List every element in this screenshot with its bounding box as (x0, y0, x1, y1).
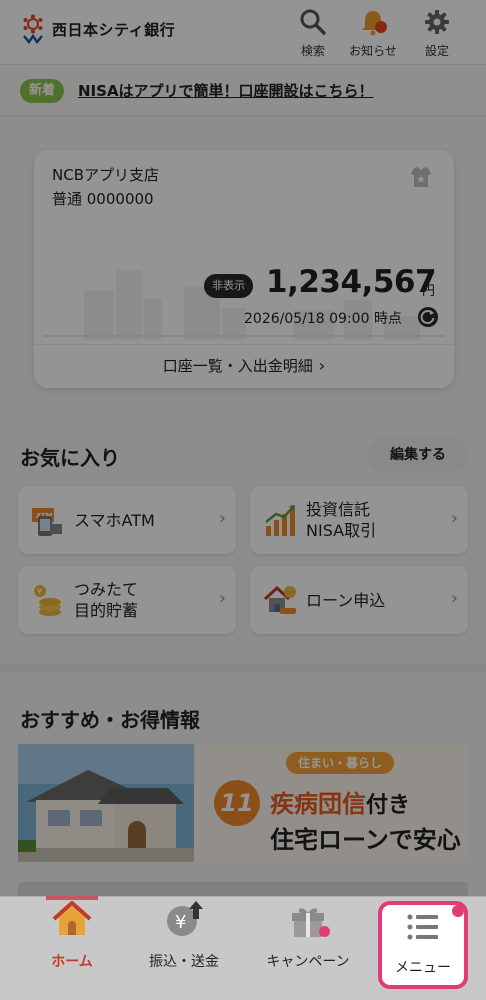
favorite-tile-savings[interactable]: ¥ つみたて 目的貯蓄 › (18, 566, 236, 634)
banner-subheadline: 住宅ローンで安心 (270, 826, 461, 854)
banner-headline-suffix: 付き (366, 793, 411, 818)
chevron-right-icon: › (450, 508, 458, 529)
favorite-tile-investment-nisa[interactable]: 投資信託 NISA取引 › (250, 486, 468, 554)
chevron-right-icon: › (318, 356, 326, 375)
tab-menu[interactable]: メニュー (378, 901, 468, 989)
favorite-tile-smartphone-atm[interactable]: ATM スマホATM › (18, 486, 236, 554)
settings-button[interactable]: 設定 (410, 8, 464, 58)
bell-icon (359, 11, 387, 40)
currency-unit: 円 (422, 284, 436, 299)
menu-unread-dot (452, 905, 464, 917)
bank-name: 西日本シティ銀行 (52, 20, 176, 39)
notice-label: お知らせ (349, 44, 397, 58)
banner-headline-highlight: 疾病団信 (270, 790, 366, 818)
account-list-link[interactable]: 口座一覧・入出金明細 › (34, 346, 454, 386)
new-badge: 新着 (20, 79, 65, 103)
chevron-right-icon: › (218, 588, 226, 609)
house-loan-icon (262, 582, 298, 618)
notice-button[interactable]: お知らせ (346, 8, 400, 58)
tab-home[interactable]: ホーム (30, 897, 114, 1000)
balance-timestamp: 2026/05/18 09:00 時点 (244, 311, 402, 327)
tab-transfer-label: 振込・送金 (149, 954, 219, 970)
card-divider (34, 344, 454, 345)
hide-balance-toggle[interactable]: 非表示 (204, 274, 253, 298)
search-button[interactable]: 検索 (286, 8, 340, 58)
tile-label-line2: 目的貯蓄 (74, 601, 139, 620)
account-number: 普通 0000000 (52, 190, 154, 208)
tile-label-line1: 投資信託 (306, 500, 371, 519)
tile-label-line1: ローン申込 (306, 590, 386, 610)
tab-campaign[interactable]: キャンペーン (252, 897, 364, 1000)
tab-menu-label: メニュー (395, 960, 451, 976)
bank-logo-mark-icon (20, 14, 46, 45)
banner-headline: 疾病団信付き (270, 784, 410, 819)
edit-favorites-button[interactable]: 編集する (368, 438, 468, 472)
house-photo (18, 744, 194, 862)
atm-icon: ATM (30, 502, 66, 538)
yen-transfer-icon: ¥ (162, 901, 206, 945)
search-label: 検索 (300, 44, 325, 58)
favorite-tile-label: ローン申込 (306, 566, 385, 634)
section-divider (0, 664, 486, 672)
notice-unread-dot (375, 21, 387, 33)
tab-transfer[interactable]: ¥ 振込・送金 (134, 897, 234, 1000)
app-screen: 西日本シティ銀行 検索 お知らせ 設定 新着 NISAはアプリで簡単！口座開設は… (0, 0, 486, 1000)
next-banner-peek (18, 882, 468, 896)
menu-list-icon (401, 914, 445, 953)
investment-chart-icon (262, 502, 298, 538)
news-strip: 新着 NISAはアプリで簡単！口座開設はこちら！ (0, 64, 486, 116)
branch-name: NCBアプリ支店 (52, 166, 159, 184)
bank-logo[interactable]: 西日本シティ銀行 (20, 14, 176, 45)
bottom-tab-bar: ホーム ¥ 振込・送金 キャンペーン メニュー (0, 896, 486, 1000)
tile-label-line1: つみたて (74, 580, 139, 599)
favorite-tile-label: スマホATM (74, 486, 155, 554)
chevron-right-icon: › (218, 508, 226, 529)
card-customize-icon[interactable] (408, 164, 434, 190)
gift-icon (286, 908, 330, 945)
account-list-label: 口座一覧・入出金明細 (162, 357, 313, 375)
balance-amount: 1,234,567 (266, 264, 437, 300)
app-header: 西日本シティ銀行 検索 お知らせ 設定 (0, 0, 486, 64)
housing-loan-banner[interactable]: 住まい・暮らし 11 疾病団信付き 住宅ローンで安心 (18, 744, 468, 862)
favorites-title: お気に入り (20, 446, 120, 470)
tab-campaign-label: キャンペーン (266, 954, 350, 970)
news-link[interactable]: NISAはアプリで簡単！口座開設はこちら！ (78, 79, 374, 103)
svg-text:¥: ¥ (175, 912, 186, 933)
favorite-tile-loan[interactable]: ローン申込 › (250, 566, 468, 634)
chevron-right-icon: › (450, 588, 458, 609)
banner-category-tag: 住まい・暮らし (286, 752, 395, 774)
campaign-unread-dot (319, 926, 330, 937)
tile-label-line2: NISA取引 (306, 521, 377, 540)
recommend-title: おすすめ・お得情報 (20, 708, 200, 732)
favorite-tile-label: つみたて 目的貯蓄 (74, 566, 138, 634)
banner-number-badge: 11 (214, 780, 260, 826)
favorite-tile-label: 投資信託 NISA取引 (306, 486, 376, 554)
settings-label: 設定 (424, 44, 449, 58)
home-icon (50, 901, 94, 945)
tile-label-line1: スマホATM (74, 510, 155, 530)
account-card[interactable]: NCBアプリ支店 普通 0000000 非表示 1,234,567 円 2026… (34, 150, 454, 388)
search-icon (299, 9, 327, 40)
coin-stack-icon: ¥ (30, 582, 66, 618)
svg-text:¥: ¥ (37, 587, 42, 596)
refresh-icon[interactable] (418, 307, 438, 327)
tab-home-label: ホーム (51, 954, 93, 970)
gear-icon (423, 10, 451, 40)
